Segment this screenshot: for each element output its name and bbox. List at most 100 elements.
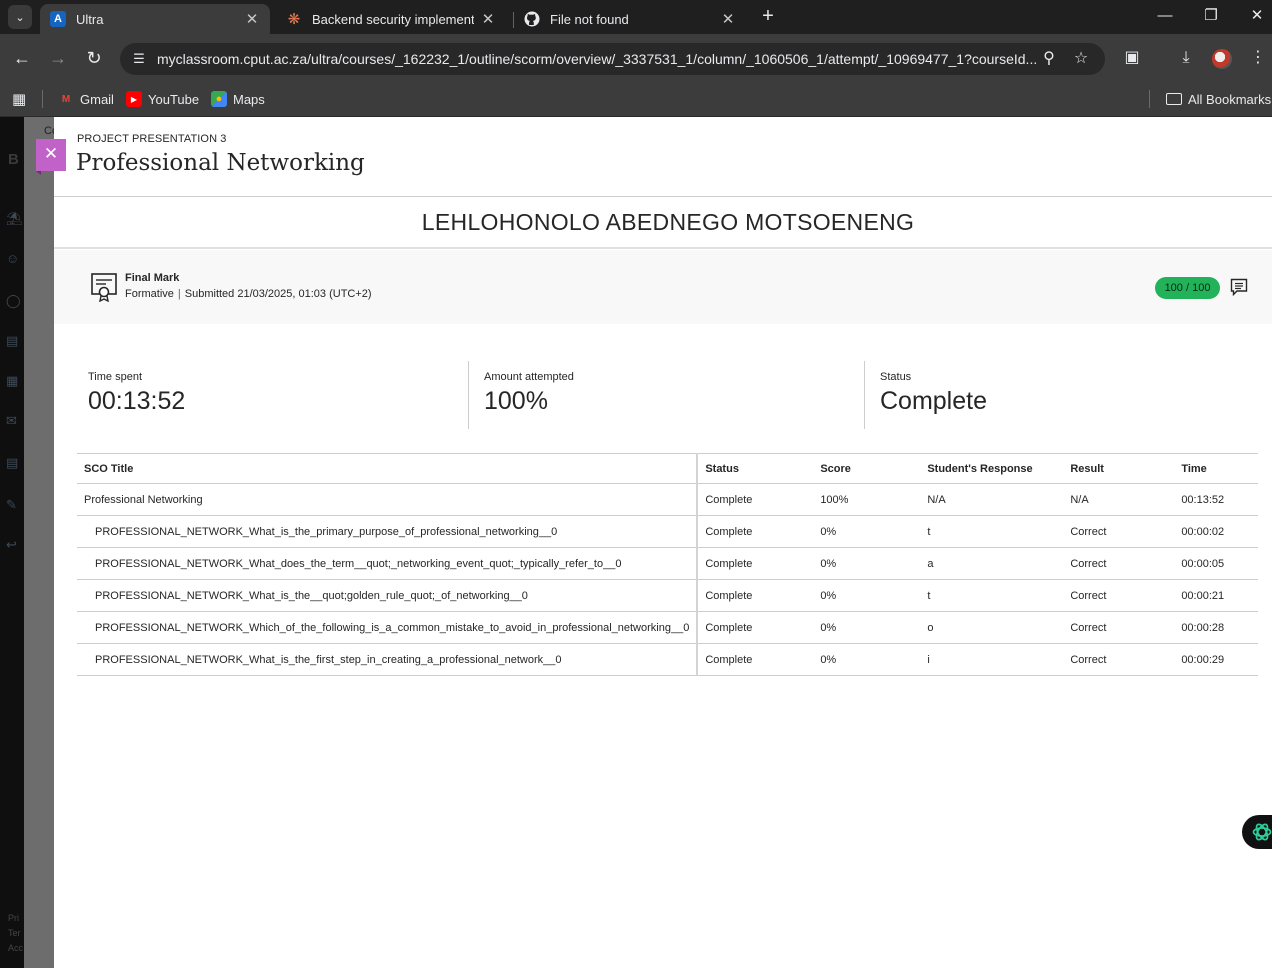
column-header-status: Status (697, 453, 814, 484)
browser-menu-icon[interactable]: ⋮ (1246, 46, 1270, 70)
site-settings-icon[interactable]: ☰ (130, 50, 148, 68)
cell-result: Correct (1063, 611, 1175, 644)
close-tab-icon[interactable]: ✕ (720, 10, 736, 28)
address-bar[interactable]: ☰ myclassroom.cput.ac.za/ultra/courses/_… (120, 43, 1105, 75)
stat-label: Status (880, 371, 912, 383)
column-header-score: Score (813, 453, 921, 484)
table-row: PROFESSIONAL_NETWORK_What_is_the_first_s… (77, 643, 1258, 676)
ai-assistant-button[interactable] (1242, 815, 1272, 849)
cell-time: 00:13:52 (1174, 483, 1258, 516)
institution-icon[interactable]: ⛱ (6, 211, 23, 227)
tab-ultra[interactable]: A Ultra ✕ (40, 4, 270, 34)
bookmark-maps[interactable]: ● Maps (211, 89, 265, 109)
stat-status: Status Complete (880, 361, 1250, 429)
bookmark-separator (42, 90, 43, 108)
bookmarks-bar: ▦ M Gmail ▶ YouTube ● Maps All Bookmarks (0, 82, 1272, 117)
submitted-date: Submitted 21/03/2025, 01:03 (UTC+2) (184, 288, 372, 300)
cell-status: Complete (697, 611, 814, 644)
table-row: PROFESSIONAL_NETWORK_What_is_the_primary… (77, 515, 1258, 548)
profile-avatar[interactable] (1212, 49, 1232, 69)
cell-response: i (920, 643, 1064, 676)
back-arrow-icon[interactable]: ← (10, 46, 34, 70)
privacy-link[interactable]: Pri (8, 913, 19, 923)
grade-summary: Final Mark Formative | Submitted 21/03/202… (54, 250, 1272, 324)
grades-icon[interactable]: ▤ (6, 455, 22, 471)
close-tab-icon[interactable]: ✕ (244, 10, 260, 28)
stat-label: Time spent (88, 371, 143, 383)
close-window-icon[interactable]: ✕ (1245, 5, 1269, 27)
sign-out-icon[interactable]: ↩ (6, 537, 22, 553)
cell-response: t (920, 579, 1064, 612)
bookmark-gmail[interactable]: M Gmail (58, 89, 114, 109)
modal-backdrop: Co (24, 117, 58, 968)
messages-icon[interactable]: ✉ (6, 413, 22, 429)
stat-divider (864, 361, 865, 429)
cell-score: 0% (813, 547, 921, 580)
stat-value: 00:13:52 (88, 387, 186, 415)
certificate-icon (91, 273, 117, 302)
score-pill[interactable]: 100 / 100 (1155, 277, 1220, 299)
tab-file-not-found[interactable]: File not found ✕ (514, 4, 746, 34)
cell-score: 0% (813, 643, 921, 676)
cell-sco-title: PROFESSIONAL_NETWORK_What_does_the_term_… (77, 547, 699, 580)
panel-eyebrow: PROJECT PRESENTATION 3 (77, 133, 227, 145)
cell-status: Complete (697, 483, 814, 516)
close-icon: ✕ (43, 144, 59, 163)
cell-sco-title: PROFESSIONAL_NETWORK_What_is_the__quot;g… (77, 579, 699, 612)
close-panel-button[interactable]: ✕ (36, 139, 66, 175)
cell-time: 00:00:29 (1174, 643, 1258, 676)
student-name: LEHLOHONOLO ABEDNEGO MOTSOENENG (421, 209, 915, 235)
calendar-icon[interactable]: ▦ (6, 373, 22, 389)
grade-type: Formative (125, 288, 174, 300)
tools-icon[interactable]: ✎ (6, 497, 22, 513)
profile-icon[interactable]: ☺ (6, 251, 22, 267)
cell-status: Complete (697, 579, 814, 612)
cell-result: Correct (1063, 515, 1175, 548)
minimize-window-icon[interactable]: — (1153, 5, 1177, 27)
youtube-icon: ▶ (126, 91, 142, 107)
all-bookmarks-label: All Bookmarks (1188, 91, 1272, 107)
url-text[interactable]: myclassroom.cput.ac.za/ultra/courses/_16… (157, 51, 1037, 67)
chatgpt-icon (1252, 823, 1272, 841)
gmail-icon: M (61, 93, 71, 105)
globe-icon[interactable]: ◯ (6, 293, 22, 309)
new-tab-plus-icon[interactable]: + (758, 6, 778, 26)
bookmark-separator (1149, 90, 1150, 108)
cell-response: a (920, 547, 1064, 580)
restore-window-icon[interactable]: ❐ (1199, 5, 1223, 27)
downloads-icon[interactable]: ⤓ (1174, 46, 1198, 70)
cell-time: 00:00:02 (1174, 515, 1258, 548)
stat-value: 100% (484, 387, 548, 415)
feedback-comment-icon[interactable] (1230, 278, 1248, 296)
extensions-puzzle-icon[interactable]: ▣ (1120, 46, 1144, 70)
cell-sco-title: Professional Networking (77, 483, 699, 516)
close-tab-icon[interactable]: ✕ (480, 10, 496, 28)
bookmark-label: Maps (233, 91, 265, 107)
sco-results-table: SCO Title Status Score Student's Respons… (77, 453, 1258, 676)
header-divider (54, 196, 1272, 197)
table-row: PROFESSIONAL_NETWORK_What_does_the_term_… (77, 547, 1258, 580)
stat-amount-attempted: Amount attempted 100% (484, 361, 854, 429)
cell-sco-title: PROFESSIONAL_NETWORK_What_is_the_primary… (77, 515, 699, 548)
cell-score: 0% (813, 515, 921, 548)
zoom-search-icon[interactable]: ⚲ (1039, 49, 1059, 69)
column-header-result: Result (1063, 453, 1175, 484)
tab-search-button[interactable]: ⌄ (8, 5, 32, 29)
institution-logo: B (8, 151, 19, 168)
cell-score: 100% (813, 483, 921, 516)
reload-icon[interactable]: ↻ (82, 46, 106, 70)
bookmark-star-icon[interactable]: ☆ (1071, 49, 1091, 69)
bookmark-youtube[interactable]: ▶ YouTube (126, 89, 199, 109)
grade-meta: Formative | Submitted 21/03/2025, 01:03 (U… (125, 288, 372, 300)
cell-result: N/A (1063, 483, 1175, 516)
accessibility-link[interactable]: Acc (8, 943, 23, 953)
bookmark-label: YouTube (148, 91, 200, 107)
table-row: Professional Networking Complete 100% N/… (77, 483, 1258, 516)
all-bookmarks-button[interactable]: All Bookmarks (1166, 89, 1271, 109)
courses-icon[interactable]: ▤ (6, 333, 22, 349)
cell-sco-title: PROFESSIONAL_NETWORK_Which_of_the_follow… (77, 611, 699, 644)
terms-link[interactable]: Ter (8, 928, 21, 938)
tab-backend-security[interactable]: ❋ Backend security implementatio ✕ (276, 4, 506, 34)
forward-arrow-icon[interactable]: → (46, 46, 70, 70)
apps-grid-icon[interactable]: ▦ (12, 90, 26, 108)
